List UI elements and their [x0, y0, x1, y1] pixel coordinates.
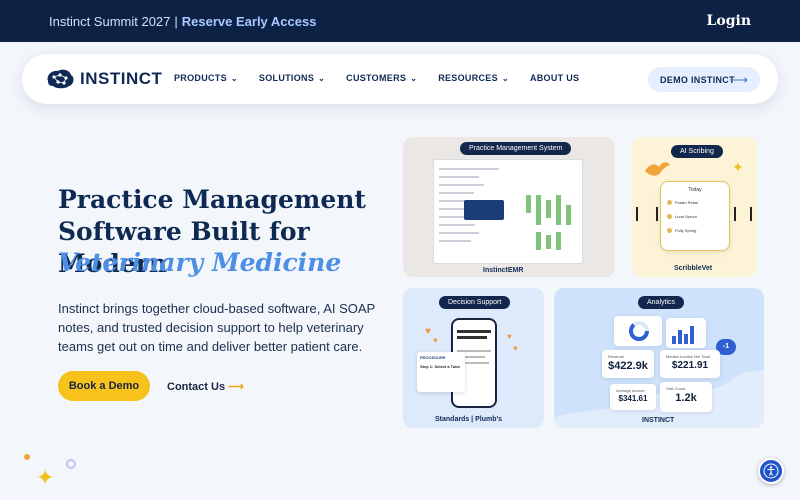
card-label: Practice Management System [460, 142, 572, 155]
nav-label: SOLUTIONS [258, 73, 315, 83]
book-demo-button[interactable]: Book a Demo [58, 371, 150, 401]
analytics-card[interactable]: Analytics -1 Revenue $422.9k Median Invo… [554, 288, 764, 428]
stat-label: Revenue [608, 354, 625, 359]
stat-value: $422.9k [608, 360, 648, 372]
arrow-right-icon: ⟶ [729, 72, 748, 87]
nav-links: PRODUCTS ⌄ SOLUTIONS ⌄ CUSTOMERS ⌄ RESOURCE… [174, 73, 600, 83]
heart-icon: ♥ [507, 332, 512, 341]
emr-schedule-screenshot [433, 159, 583, 264]
summit-promo[interactable]: Instinct Summit 2027 | Reserve Early Acces… [49, 14, 316, 29]
nav-label: ABOUT US [529, 73, 580, 83]
stat-value: $221.91 [671, 360, 709, 371]
accessibility-icon [763, 463, 779, 479]
heart-icon: ♥ [513, 344, 518, 353]
decision-support-card[interactable]: Decision Support ♥ ♥ ♥ ♥ PROCEDURE Step … [403, 288, 544, 428]
stat-value: 1.2k [675, 392, 697, 404]
hero-description: Instinct brings together cloud-based sof… [58, 301, 375, 354]
accessibility-button[interactable] [758, 458, 784, 484]
scribe-patient-panel: Today Potato Relan Luna Sprout Polly Spr… [660, 181, 730, 251]
nav-about-us[interactable]: ABOUT US [530, 73, 579, 83]
chevron-down-icon: ⌄ [230, 73, 238, 83]
card-label: AI Scribing [671, 145, 723, 158]
stat-label: Median Invoice Net Total [666, 354, 710, 359]
decorative-ring [66, 459, 76, 469]
nav-resources[interactable]: RESOURCES ⌄ [438, 73, 509, 83]
sparkle-icon: ✦ [732, 159, 744, 175]
waveform-right-icon [734, 207, 752, 221]
sparkle-icon: ✦ [36, 465, 55, 490]
nav-label: CUSTOMERS [346, 73, 407, 83]
login-link[interactable]: Login [707, 13, 751, 29]
nav-customers[interactable]: CUSTOMERS ⌄ [346, 73, 417, 83]
headline-line-1: Practice Management [58, 185, 366, 214]
revenue-stat: Revenue $422.9k [602, 350, 654, 378]
announcement-bar: Instinct Summit 2027 | Reserve Early Acces… [0, 0, 800, 42]
chevron-down-icon: ⌄ [410, 73, 418, 83]
bar-chart-widget [666, 318, 706, 348]
contact-us-link[interactable]: Contact Us ⟶ [167, 380, 244, 393]
card-label: Analytics [638, 296, 685, 309]
stat-label: Average Invoice [616, 388, 645, 393]
procedure-step: Step 1: Select a Tube [420, 364, 460, 369]
patient-name: Potato Relan [675, 200, 699, 205]
instinctemr-brand: InstinctEMR [483, 267, 524, 274]
headline-accent: Veterinary Medicine [58, 248, 342, 277]
arrow-right-icon: ⟶ [228, 381, 244, 393]
heart-icon: ♥ [425, 326, 431, 337]
median-invoice-stat: Median Invoice Net Total $221.91 [660, 350, 720, 378]
brand-name: INSTINCT [80, 69, 163, 88]
donut-chart-widget [614, 316, 662, 346]
summit-event-name: Instinct Summit 2027 [49, 14, 171, 29]
reserve-access-link[interactable]: Reserve Early Access [182, 14, 317, 29]
scribblevet-brand: ScribbleVet [674, 265, 713, 272]
average-invoice-stat: Average Invoice $341.61 [610, 384, 656, 410]
procedure-tag: PROCEDURE [420, 355, 446, 360]
banner-separator: | [174, 14, 178, 29]
card-label: Decision Support [439, 296, 511, 309]
donut-chart-icon [629, 321, 649, 341]
chevron-down-icon: ⌄ [501, 73, 509, 83]
nav-label: RESOURCES [438, 73, 498, 83]
nav-label: PRODUCTS [174, 73, 227, 83]
brain-logo-icon [47, 69, 74, 89]
stat-label: Visit Count [666, 386, 686, 391]
visit-count-stat: Visit Count 1.2k [660, 382, 712, 412]
procedure-card: PROCEDURE Step 1: Select a Tube [417, 352, 465, 392]
patient-name: Polly Spring [675, 228, 697, 233]
instinct-analytics-brand: INSTINCT [642, 417, 675, 424]
instinct-logo[interactable]: INSTINCT [44, 67, 162, 91]
demo-button-label: DEMO INSTINCT [660, 74, 735, 85]
nav-products[interactable]: PRODUCTS ⌄ [174, 73, 238, 83]
panel-title: Today [688, 187, 702, 193]
main-nav: INSTINCT PRODUCTS ⌄ SOLUTIONS ⌄ CUSTOMERS ⌄… [22, 54, 778, 104]
chevron-down-icon: ⌄ [318, 73, 326, 83]
stat-value: $341.61 [618, 394, 648, 403]
patient-name: Luna Sprout [675, 214, 697, 219]
contact-label: Contact Us [167, 381, 226, 393]
practice-management-card[interactable]: Practice Management System InstinctEMR [403, 137, 615, 277]
waveform-left-icon [636, 207, 658, 221]
nav-solutions[interactable]: SOLUTIONS ⌄ [259, 73, 325, 83]
ai-scribing-card[interactable]: AI Scribing ✦ Today Potato Relan Luna Sp… [632, 137, 757, 277]
heart-icon: ♥ [433, 336, 438, 345]
bird-icon [645, 162, 670, 176]
demo-instinct-button[interactable]: DEMO INSTINCT ⟶ [648, 67, 760, 92]
decision-brands: Standards | Plumb's [435, 416, 503, 423]
decorative-dot [24, 454, 30, 460]
